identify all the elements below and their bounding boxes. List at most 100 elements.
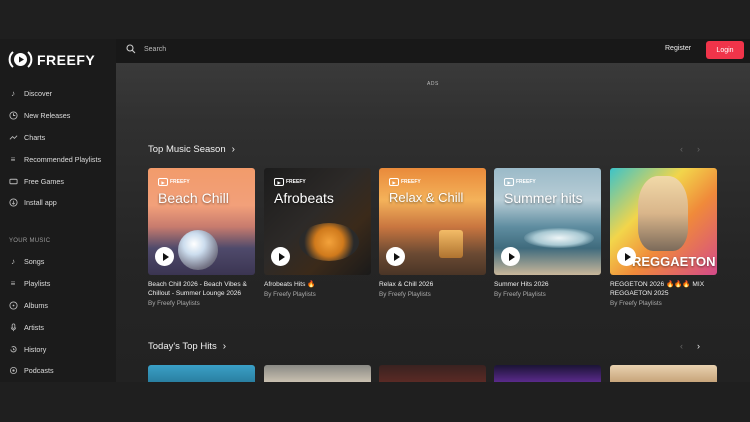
card-title[interactable]: Beach Chill 2026 - Beach Vibes & Chillou… xyxy=(148,280,255,298)
playlist-icon: ≡ xyxy=(10,278,16,288)
sidebar-item-artists[interactable]: Artists xyxy=(8,319,44,335)
sidebar-item-free-games[interactable]: Free Games xyxy=(8,173,64,189)
play-button[interactable] xyxy=(271,247,290,266)
sidebar-item-charts[interactable]: Charts xyxy=(8,129,45,145)
playlist-thumbnail[interactable] xyxy=(264,365,371,382)
sidebar-item-label: Charts xyxy=(24,132,46,142)
your-music-heading: YOUR MUSIC xyxy=(9,238,51,244)
sidebar-item-label: New Releases xyxy=(24,110,71,120)
playlist-thumbnail[interactable] xyxy=(494,365,601,382)
sidebar-item-label: Discover xyxy=(24,88,52,98)
thumb-title: Beach Chill xyxy=(158,190,229,206)
thumb-title: REGGAETON xyxy=(632,254,716,269)
card-title[interactable]: Summer Hits 2026 xyxy=(494,280,601,289)
sidebar-item-install-app[interactable]: Install app xyxy=(8,194,57,210)
playlist-thumbnail[interactable]: ▶ FREEFY Beach Chill xyxy=(148,168,255,275)
sidebar-item-albums[interactable]: Albums xyxy=(8,297,48,313)
card-subtitle[interactable]: By Freefy Playlists xyxy=(148,300,255,307)
wave-image xyxy=(524,228,594,248)
search-icon xyxy=(126,44,136,54)
search-bar[interactable]: Search xyxy=(126,44,166,54)
section-title-top-music-season[interactable]: Top Music Season › xyxy=(148,144,235,155)
thumb-brand: ▶ FREEFY xyxy=(389,178,421,186)
chevron-left-icon[interactable]: ‹ xyxy=(680,144,683,154)
play-button[interactable] xyxy=(617,247,636,266)
carousel-arrows: ‹ › xyxy=(680,144,700,154)
sidebar: FREEFY ♪ Discover New Releases Charts ≡ … xyxy=(0,39,116,382)
search-input[interactable]: Search xyxy=(144,46,166,53)
chevron-right-icon: › xyxy=(231,144,235,155)
playlist-card[interactable]: ▶ FREEFY Summer hits Summer Hits 2026 By … xyxy=(494,168,601,298)
trend-icon xyxy=(8,132,18,142)
sidebar-item-label: Albums xyxy=(24,300,48,310)
chevron-right-icon[interactable]: › xyxy=(697,341,700,351)
playlist-thumbnail[interactable]: ▶ FREEFY Summer hits xyxy=(494,168,601,275)
playlist-thumbnail[interactable]: REGGAETON xyxy=(610,168,717,275)
chevron-left-icon[interactable]: ‹ xyxy=(680,341,683,351)
thumb-brand: ▶ FREEFY xyxy=(158,178,190,186)
playlist-thumbnail[interactable] xyxy=(148,365,255,382)
card-subtitle[interactable]: By Freefy Playlists xyxy=(379,291,486,298)
sidebar-item-podcasts[interactable]: Podcasts xyxy=(8,362,54,378)
section-title-todays-top-hits[interactable]: Today's Top Hits › xyxy=(148,341,226,352)
card-title[interactable]: Afrobeats Hits 🔥 xyxy=(264,280,371,289)
playlist-card[interactable]: ▶ FREEFY Relax & Chill Relax & Chill 2026… xyxy=(379,168,486,298)
sidebar-item-label: Songs xyxy=(24,256,45,266)
logo[interactable]: FREEFY xyxy=(8,47,95,72)
bottom-bar xyxy=(0,382,750,422)
sidebar-item-playlists[interactable]: ≡ Playlists xyxy=(8,275,51,291)
playlist-icon: ≡ xyxy=(10,154,16,164)
thumb-brand: ▶ FREEFY xyxy=(504,178,536,186)
playlist-card[interactable]: ▶ FREEFY Afrobeats Afrobeats Hits 🔥 By Fr… xyxy=(264,168,371,298)
playlist-thumbnail[interactable] xyxy=(379,365,486,382)
dj-controller-image xyxy=(299,223,359,261)
sidebar-item-label: Recommended Playlists xyxy=(24,154,102,164)
playlist-thumbnail[interactable]: ▶ FREEFY Relax & Chill xyxy=(379,168,486,275)
sidebar-item-label: Artists xyxy=(24,322,44,332)
podcast-icon xyxy=(8,365,18,375)
thumb-title: Summer hits xyxy=(504,190,583,206)
download-circle-icon xyxy=(8,197,18,207)
brand-name: FREEFY xyxy=(37,51,96,68)
sidebar-item-label: Install app xyxy=(24,197,57,207)
sidebar-item-label: Free Games xyxy=(24,176,64,186)
playlist-thumbnail[interactable] xyxy=(610,365,717,382)
sidebar-item-new-releases[interactable]: New Releases xyxy=(8,107,70,123)
gamepad-icon xyxy=(8,176,18,186)
register-link[interactable]: Register xyxy=(665,45,691,52)
glass-orb-image xyxy=(178,230,218,270)
sidebar-item-label: History xyxy=(24,344,47,354)
thumb-title: Afrobeats xyxy=(274,190,334,206)
sidebar-item-recommended-playlists[interactable]: ≡ Recommended Playlists xyxy=(8,151,101,167)
disc-icon xyxy=(8,300,18,310)
sidebar-item-discover[interactable]: ♪ Discover xyxy=(8,85,52,101)
chevron-right-icon[interactable]: › xyxy=(697,144,700,154)
ads-label: ADS xyxy=(427,81,439,87)
playlist-card[interactable]: REGGAETON REGGETON 2026 🔥🔥🔥 MIX REGGAETO… xyxy=(610,168,717,307)
playlist-card[interactable]: ▶ FREEFY Beach Chill Beach Chill 2026 - B… xyxy=(148,168,255,307)
thumb-brand: ▶ FREEFY xyxy=(274,178,306,186)
thumb-title: Relax & Chill xyxy=(389,190,464,205)
play-button[interactable] xyxy=(155,247,174,266)
login-button[interactable]: Login xyxy=(706,41,744,59)
chevron-right-icon: › xyxy=(222,341,227,352)
history-icon xyxy=(8,344,18,354)
sidebar-item-label: Playlists xyxy=(24,278,51,288)
play-button[interactable] xyxy=(501,247,520,266)
card-subtitle[interactable]: By Freefy Playlists xyxy=(494,291,601,298)
card-subtitle[interactable]: By Freefy Playlists xyxy=(264,291,371,298)
singer-image xyxy=(638,176,688,251)
card-title[interactable]: Relax & Chill 2026 xyxy=(379,280,486,289)
mic-icon xyxy=(8,322,18,332)
clock-icon xyxy=(8,110,18,120)
section-title-text: Top Music Season xyxy=(148,144,226,155)
card-title[interactable]: REGGETON 2026 🔥🔥🔥 MIX REGGAETON 2025 xyxy=(610,280,717,298)
sidebar-item-songs[interactable]: ♪ Songs xyxy=(8,253,44,269)
sidebar-item-history[interactable]: History xyxy=(8,341,46,357)
card-subtitle[interactable]: By Freefy Playlists xyxy=(610,300,717,307)
music-note-icon: ♪ xyxy=(11,256,15,266)
drink-glass-image xyxy=(439,230,463,258)
music-note-icon: ♪ xyxy=(11,88,15,98)
playlist-thumbnail[interactable]: ▶ FREEFY Afrobeats xyxy=(264,168,371,275)
play-button[interactable] xyxy=(386,247,405,266)
